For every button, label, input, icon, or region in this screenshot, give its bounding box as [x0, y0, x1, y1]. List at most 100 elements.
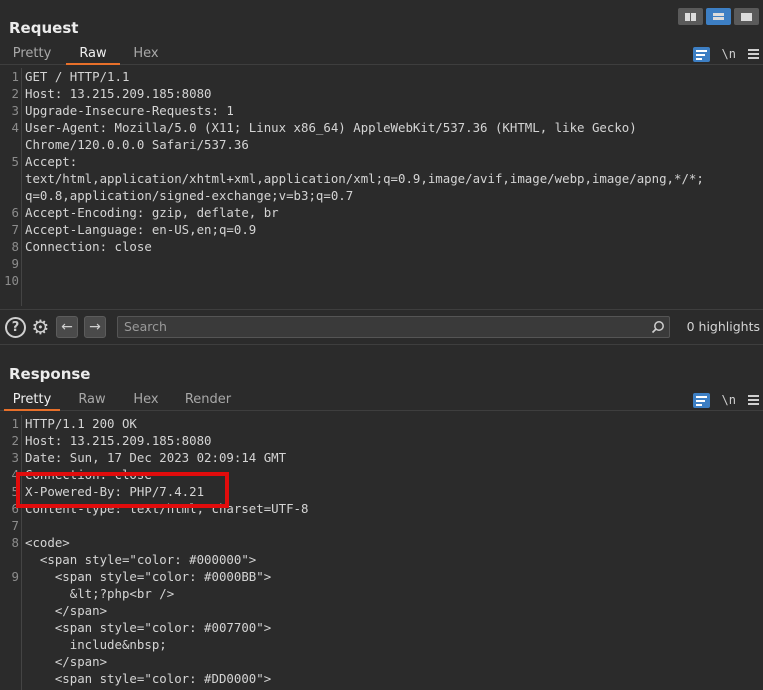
previous-match-button[interactable]: ←: [56, 316, 78, 338]
request-line: 7 Accept-Language: en-US,en;q=0.9: [0, 221, 763, 238]
line-text: HTTP/1.1 200 OK: [25, 416, 137, 431]
line-number: 9: [11, 256, 19, 271]
response-line: 2 Host: 13.215.209.185:8080: [0, 432, 763, 449]
line-text: Date: Sun, 17 Dec 2023 02:09:14 GMT: [25, 450, 287, 465]
menu-icon[interactable]: [748, 49, 759, 59]
line-number: 8: [11, 239, 19, 254]
help-icon[interactable]: ?: [5, 317, 26, 338]
response-line: include&nbsp;: [0, 636, 763, 653]
request-line: 9: [0, 255, 763, 272]
request-editor-tools: \n: [692, 43, 759, 65]
show-newlines-icon[interactable]: \n: [722, 47, 736, 61]
request-tabs: Pretty Raw Hex \n: [0, 43, 763, 65]
line-text: </span>: [25, 654, 108, 669]
line-text: text/html,application/xhtml+xml,applicat…: [25, 171, 704, 186]
line-number: 3: [11, 103, 19, 118]
request-line: 5 Accept:: [0, 153, 763, 170]
word-wrap-icon[interactable]: [692, 46, 710, 62]
word-wrap-icon[interactable]: [692, 392, 710, 408]
request-line: 6 Accept-Encoding: gzip, deflate, br: [0, 204, 763, 221]
line-text: Accept:: [25, 154, 78, 169]
line-number: 4: [11, 120, 19, 135]
line-text: GET / HTTP/1.1: [25, 69, 130, 84]
line-text: Host: 13.215.209.185:8080: [25, 86, 212, 101]
line-text: <code>: [25, 535, 70, 550]
line-text: include&nbsp;: [25, 637, 167, 652]
response-line: <span style="color: #DD0000">: [0, 670, 763, 687]
response-line: 7: [0, 517, 763, 534]
request-line: 8 Connection: close: [0, 238, 763, 255]
response-line: 3 Date: Sun, 17 Dec 2023 02:09:14 GMT: [0, 449, 763, 466]
line-text: <span style="color: #0000BB">: [25, 569, 272, 584]
request-editor[interactable]: 1 GET / HTTP/1.1 2 Host: 13.215.209.185:808…: [0, 68, 763, 306]
request-title: Request: [9, 19, 79, 37]
response-tab-raw[interactable]: Raw: [70, 389, 114, 411]
request-line: q=0.8,application/signed-exchange;v=b3;q…: [0, 187, 763, 204]
layout-switcher: [678, 8, 759, 25]
response-line: 1 HTTP/1.1 200 OK: [0, 415, 763, 432]
request-line: 4 User-Agent: Mozilla/5.0 (X11; Linux x86…: [0, 119, 763, 136]
line-number: 5: [11, 154, 19, 169]
settings-gear-icon[interactable]: ⚙: [30, 317, 51, 338]
response-tabs: Pretty Raw Hex Render \n: [0, 389, 763, 411]
layout-side-by-side-button[interactable]: [678, 8, 703, 25]
response-tab-hex[interactable]: Hex: [126, 389, 166, 411]
line-text: &lt;?php<br />: [25, 586, 175, 601]
show-newlines-icon[interactable]: \n: [722, 393, 736, 407]
line-text: Accept-Language: en-US,en;q=0.9: [25, 222, 257, 237]
line-number: 6: [11, 205, 19, 220]
response-tab-pretty[interactable]: Pretty: [4, 389, 60, 411]
search-input[interactable]: Search: [117, 316, 670, 338]
request-line: 10: [0, 272, 763, 289]
line-number: 10: [4, 273, 19, 288]
search-icon[interactable]: [651, 320, 665, 334]
line-text: <span style="color: #007700">: [25, 620, 272, 635]
request-line: 1 GET / HTTP/1.1: [0, 68, 763, 85]
line-text: Chrome/120.0.0.0 Safari/537.36: [25, 137, 249, 152]
request-tab-pretty[interactable]: Pretty: [4, 43, 60, 65]
line-text: Connection: close: [25, 239, 152, 254]
request-tab-hex[interactable]: Hex: [126, 43, 166, 65]
response-line: </span>: [0, 602, 763, 619]
response-line: <span style="color: #007700">: [0, 619, 763, 636]
line-number: 9: [11, 569, 19, 584]
response-editor[interactable]: 1 HTTP/1.1 200 OK 2 Host: 13.215.209.185:80…: [0, 415, 763, 690]
line-text: <span style="color: #000000">: [25, 552, 257, 567]
menu-icon[interactable]: [748, 395, 759, 405]
response-editor-tools: \n: [692, 389, 759, 411]
line-number: 7: [11, 518, 19, 533]
request-line: 3 Upgrade-Insecure-Requests: 1: [0, 102, 763, 119]
response-line: 9 <span style="color: #0000BB">: [0, 568, 763, 585]
line-text: Host: 13.215.209.185:8080: [25, 433, 212, 448]
response-tab-render[interactable]: Render: [180, 389, 236, 411]
line-number: 3: [11, 450, 19, 465]
request-line: Chrome/120.0.0.0 Safari/537.36: [0, 136, 763, 153]
line-text: </span>: [25, 603, 108, 618]
search-bar: ? ⚙ ← → Search 0 highlights: [0, 309, 763, 345]
request-tab-raw[interactable]: Raw: [66, 43, 120, 65]
line-number: 1: [11, 416, 19, 431]
highlights-count: 0 highlights: [686, 319, 760, 334]
response-line: </span>: [0, 653, 763, 670]
line-text: q=0.8,application/signed-exchange;v=b3;q…: [25, 188, 354, 203]
next-match-button[interactable]: →: [84, 316, 106, 338]
response-line: <span style="color: #000000">: [0, 551, 763, 568]
response-title: Response: [9, 365, 91, 383]
annotation-highlight-box: [16, 472, 229, 508]
line-number: 8: [11, 535, 19, 550]
line-text: Upgrade-Insecure-Requests: 1: [25, 103, 234, 118]
line-text: <span style="color: #DD0000">: [25, 671, 272, 686]
request-line: 2 Host: 13.215.209.185:8080: [0, 85, 763, 102]
layout-stacked-button[interactable]: [706, 8, 731, 25]
response-line: &lt;?php<br />: [0, 585, 763, 602]
line-text: User-Agent: Mozilla/5.0 (X11; Linux x86_…: [25, 120, 637, 135]
line-number: 1: [11, 69, 19, 84]
request-line: text/html,application/xhtml+xml,applicat…: [0, 170, 763, 187]
response-line: 8 <code>: [0, 534, 763, 551]
arrow-left-icon: ←: [61, 319, 73, 335]
line-number: 7: [11, 222, 19, 237]
line-number: 2: [11, 86, 19, 101]
layout-tabbed-button[interactable]: [734, 8, 759, 25]
arrow-right-icon: →: [89, 319, 101, 335]
line-number: 2: [11, 433, 19, 448]
